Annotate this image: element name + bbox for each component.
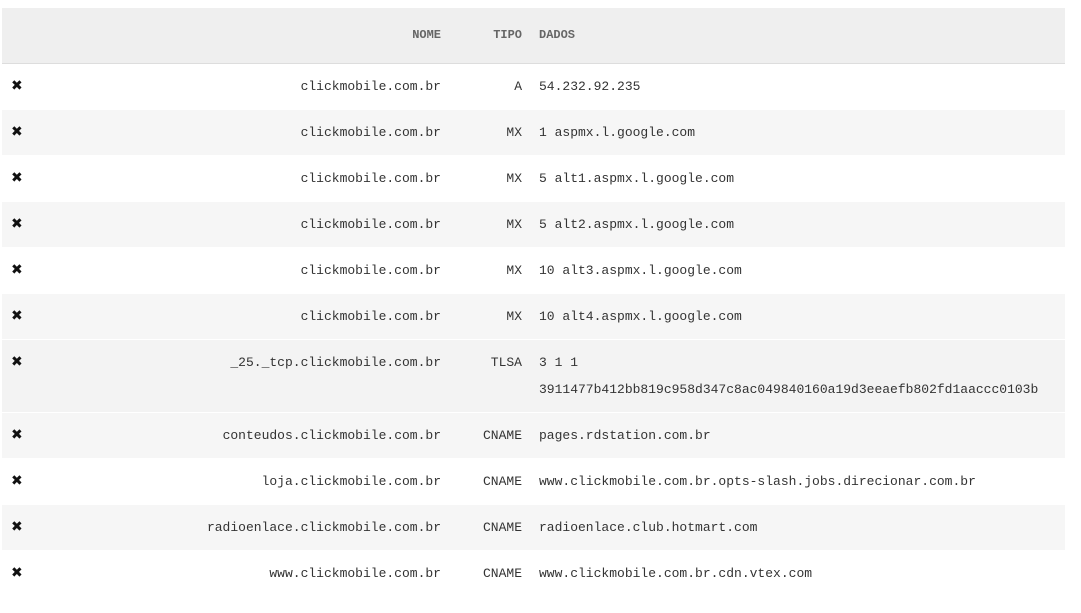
record-nome: radioenlace.clickmobile.com.br <box>206 519 441 535</box>
record-dados-line: 3 1 1 <box>539 354 579 370</box>
record-dados-line: 5 alt2.aspmx.l.google.com <box>539 216 735 232</box>
delete-cell: ✖ <box>2 504 43 550</box>
record-tipo: A <box>514 78 522 94</box>
record-tipo: MX <box>506 170 522 186</box>
delete-cell: ✖ <box>2 339 43 412</box>
record-tipo: MX <box>506 216 522 232</box>
record-dados-line: radioenlace.club.hotmart.com <box>539 519 758 535</box>
delete-icon[interactable]: ✖ <box>11 428 23 442</box>
header-dados: DADOS <box>539 28 576 43</box>
record-dados: 3 1 1 3911477b412bb819c958d347c8ac0498401… <box>530 339 1065 412</box>
delete-cell: ✖ <box>2 247 43 293</box>
header-row: NOME TIPO DADOS <box>2 8 1065 63</box>
header-tipo: TIPO <box>493 28 522 43</box>
record-nome: clickmobile.com.br <box>300 216 441 232</box>
table-row: ✖ clickmobile.com.br MX 10 alt3.aspmx.l.goo… <box>2 247 1065 293</box>
record-tipo: MX <box>506 124 522 140</box>
table-row: ✖ conteudos.clickmobile.com.br CNAME pages.… <box>2 412 1065 458</box>
record-nome: loja.clickmobile.com.br <box>261 473 441 489</box>
table-row: ✖ radioenlace.clickmobile.com.br CNAME radi… <box>2 504 1065 550</box>
delete-icon[interactable]: ✖ <box>11 79 23 93</box>
delete-cell: ✖ <box>2 109 43 155</box>
dns-records-table: NOME TIPO DADOS ✖ clickmobile.com.br A 54.2… <box>2 8 1065 597</box>
record-dados: 10 alt4.aspmx.l.google.com <box>530 293 1065 339</box>
record-dados-line: 54.232.92.235 <box>539 78 641 94</box>
delete-icon[interactable]: ✖ <box>11 125 23 139</box>
delete-icon[interactable]: ✖ <box>11 566 23 580</box>
delete-cell: ✖ <box>2 63 43 109</box>
delete-cell: ✖ <box>2 458 43 504</box>
delete-cell: ✖ <box>2 550 43 596</box>
record-dados: 5 alt1.aspmx.l.google.com <box>530 155 1065 201</box>
record-nome: conteudos.clickmobile.com.br <box>222 427 441 443</box>
delete-icon[interactable]: ✖ <box>11 263 23 277</box>
delete-icon[interactable]: ✖ <box>11 171 23 185</box>
record-tipo: CNAME <box>482 427 522 443</box>
delete-cell: ✖ <box>2 201 43 247</box>
delete-cell: ✖ <box>2 155 43 201</box>
record-tipo: MX <box>506 262 522 278</box>
table-row: ✖ clickmobile.com.br MX 10 alt4.aspmx.l.goo… <box>2 293 1065 339</box>
record-dados: 5 alt2.aspmx.l.google.com <box>530 201 1065 247</box>
header-delete-column <box>2 8 43 63</box>
record-nome: _25._tcp.clickmobile.com.br <box>230 354 441 370</box>
record-dados-line: www.clickmobile.com.br.cdn.vtex.com <box>539 565 813 581</box>
record-nome: clickmobile.com.br <box>300 124 441 140</box>
table-row: ✖ clickmobile.com.br MX 5 alt2.aspmx.l.goog… <box>2 201 1065 247</box>
record-tipo: CNAME <box>482 565 522 581</box>
table-row: ✖ clickmobile.com.br MX 1 aspmx.l.google.co… <box>2 109 1065 155</box>
record-dados: pages.rdstation.com.br <box>530 412 1065 458</box>
record-dados: www.clickmobile.com.br.cdn.vtex.com <box>530 550 1065 596</box>
record-tipo: CNAME <box>482 473 522 489</box>
record-dados-line: 5 alt1.aspmx.l.google.com <box>539 170 735 186</box>
record-dados-line: www.clickmobile.com.br.opts-slash.jobs.d… <box>539 473 976 489</box>
record-dados-line: 10 alt4.aspmx.l.google.com <box>539 308 742 324</box>
table-row: ✖ loja.clickmobile.com.br CNAME www.clickmo… <box>2 458 1065 504</box>
delete-cell: ✖ <box>2 293 43 339</box>
record-nome: www.clickmobile.com.br <box>269 565 441 581</box>
record-dados: 1 aspmx.l.google.com <box>530 109 1065 155</box>
delete-icon[interactable]: ✖ <box>11 217 23 231</box>
record-dados-line: pages.rdstation.com.br <box>539 427 711 443</box>
table-body: ✖ clickmobile.com.br A 54.232.92.235 ✖ clickm… <box>2 63 1065 596</box>
delete-icon[interactable]: ✖ <box>11 309 23 323</box>
delete-icon[interactable]: ✖ <box>11 474 23 488</box>
record-dados-line: 3911477b412bb819c958d347c8ac049840160a19… <box>539 381 1039 397</box>
record-dados-line: 1 aspmx.l.google.com <box>539 124 696 140</box>
record-dados: www.clickmobile.com.br.opts-slash.jobs.d… <box>530 458 1065 504</box>
table-row: ✖ clickmobile.com.br MX 5 alt1.aspmx.l.goog… <box>2 155 1065 201</box>
delete-cell: ✖ <box>2 412 43 458</box>
record-nome: clickmobile.com.br <box>300 308 441 324</box>
table-row: ✖ clickmobile.com.br A 54.232.92.235 <box>2 63 1065 109</box>
header-nome: NOME <box>412 28 441 43</box>
delete-icon[interactable]: ✖ <box>11 355 23 369</box>
record-nome: clickmobile.com.br <box>300 78 441 94</box>
delete-icon[interactable]: ✖ <box>11 520 23 534</box>
record-tipo: TLSA <box>490 354 522 370</box>
record-nome: clickmobile.com.br <box>300 170 441 186</box>
record-dados: 54.232.92.235 <box>530 63 1065 109</box>
table-header: NOME TIPO DADOS <box>2 8 1065 63</box>
record-tipo: CNAME <box>482 519 522 535</box>
record-dados: 10 alt3.aspmx.l.google.com <box>530 247 1065 293</box>
record-tipo: MX <box>506 308 522 324</box>
record-nome: clickmobile.com.br <box>300 262 441 278</box>
record-dados-line: 10 alt3.aspmx.l.google.com <box>539 262 742 278</box>
table-row: ✖ _25._tcp.clickmobile.com.br TLSA 3 1 1 391… <box>2 339 1065 412</box>
record-dados: radioenlace.club.hotmart.com <box>530 504 1065 550</box>
table-row: ✖ www.clickmobile.com.br CNAME www.clickmob… <box>2 550 1065 596</box>
